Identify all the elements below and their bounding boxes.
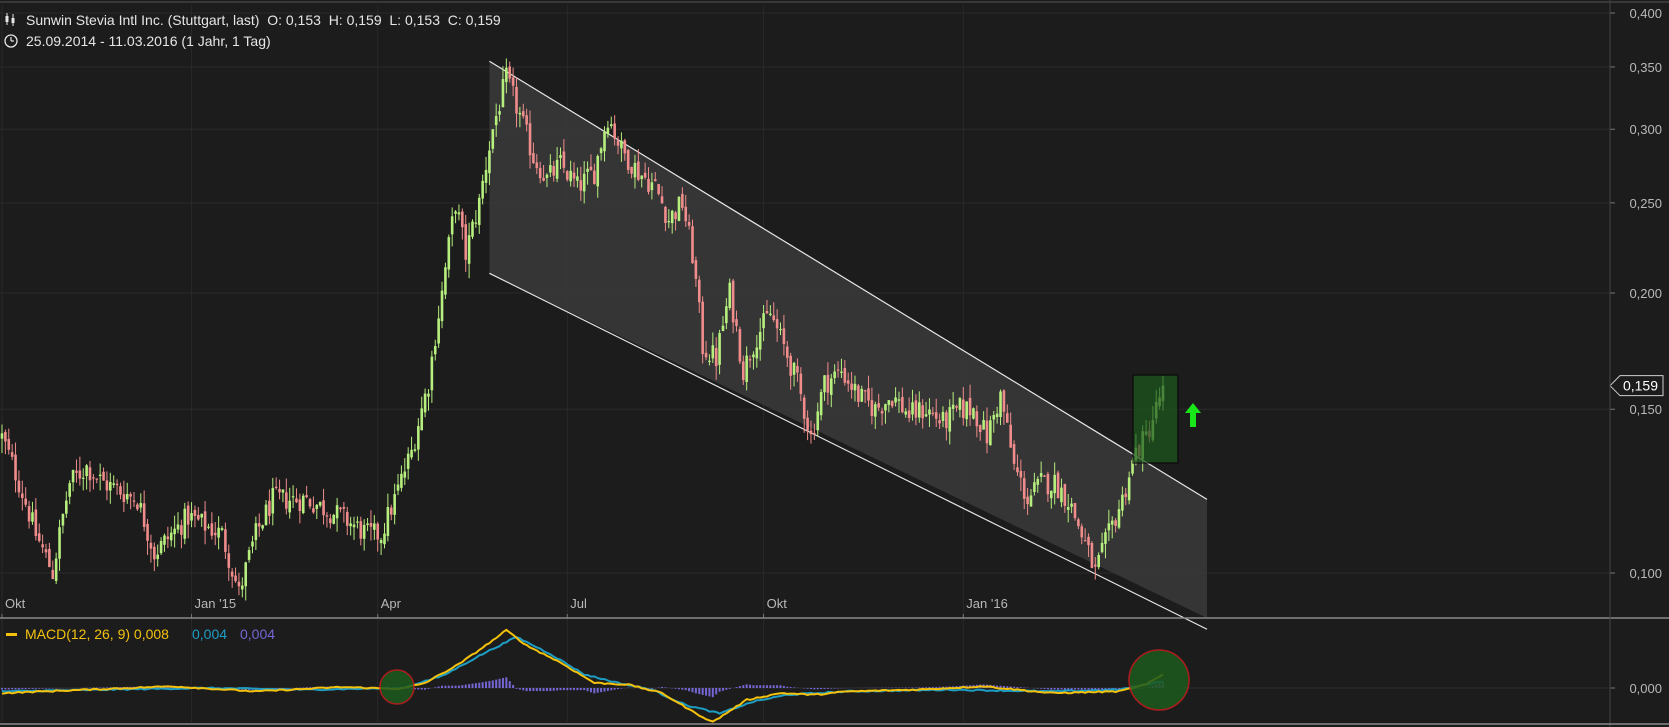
macd-legend-title: MACD(12, 26, 9) 0,008 xyxy=(25,626,169,642)
candle xyxy=(332,513,336,525)
macd-legend-histogram: 0,004 xyxy=(240,626,275,642)
y-tick-label: 0,100 xyxy=(1629,566,1662,581)
x-tick-label: Okt xyxy=(767,596,788,611)
candle xyxy=(691,219,694,264)
candle xyxy=(1056,470,1060,499)
candle xyxy=(657,183,660,196)
y-tick-label: 0,150 xyxy=(1629,402,1662,417)
candle xyxy=(972,407,975,420)
candle xyxy=(677,195,681,222)
macd-axis-background xyxy=(1610,620,1669,727)
macd-legend-swatch xyxy=(6,633,17,636)
candle xyxy=(738,326,742,365)
candle xyxy=(183,502,187,545)
chart-title-line: Sunwin Stevia Intl Inc. (Stuttgart, last… xyxy=(26,12,501,28)
x-tick-label: Jul xyxy=(570,596,587,611)
y-tick-label: 0,350 xyxy=(1629,60,1662,75)
candle xyxy=(471,219,474,240)
y-tick-label: 0,250 xyxy=(1629,196,1662,211)
y-tick-label: 0,300 xyxy=(1629,122,1662,137)
x-tick-label: Jan '16 xyxy=(966,596,1008,611)
chart-range-line: 25.09.2014 - 11.03.2016 (1 Jahr, 1 Tag) xyxy=(26,33,271,49)
macd-legend-signal: 0,004 xyxy=(192,626,227,642)
x-tick-label: Apr xyxy=(381,596,402,611)
y-tick-label: 0,200 xyxy=(1629,286,1662,301)
candle xyxy=(701,296,704,364)
candle xyxy=(728,278,732,311)
candle xyxy=(1073,502,1077,521)
candle xyxy=(301,493,305,515)
candle xyxy=(444,262,447,300)
macd-y-tick-label: 0,000 xyxy=(1629,681,1662,696)
last-price-label: 0,159 xyxy=(1623,378,1658,394)
breakout-highlight-box xyxy=(1132,374,1179,464)
candle xyxy=(1090,541,1094,569)
crossover-circle xyxy=(379,669,415,705)
x-tick-label: Jan '15 xyxy=(195,596,237,611)
price-chart: 0,100 0,150 0,200 0,250 0,300 0,350 0,400 0,159… xyxy=(0,0,1669,727)
y-tick-label: 0,400 xyxy=(1629,6,1662,21)
x-tick-label: Okt xyxy=(5,596,26,611)
chart-root: 0,100 0,150 0,200 0,250 0,300 0,350 0,400 0,159… xyxy=(0,0,1669,727)
crossover-circle xyxy=(1128,649,1190,711)
